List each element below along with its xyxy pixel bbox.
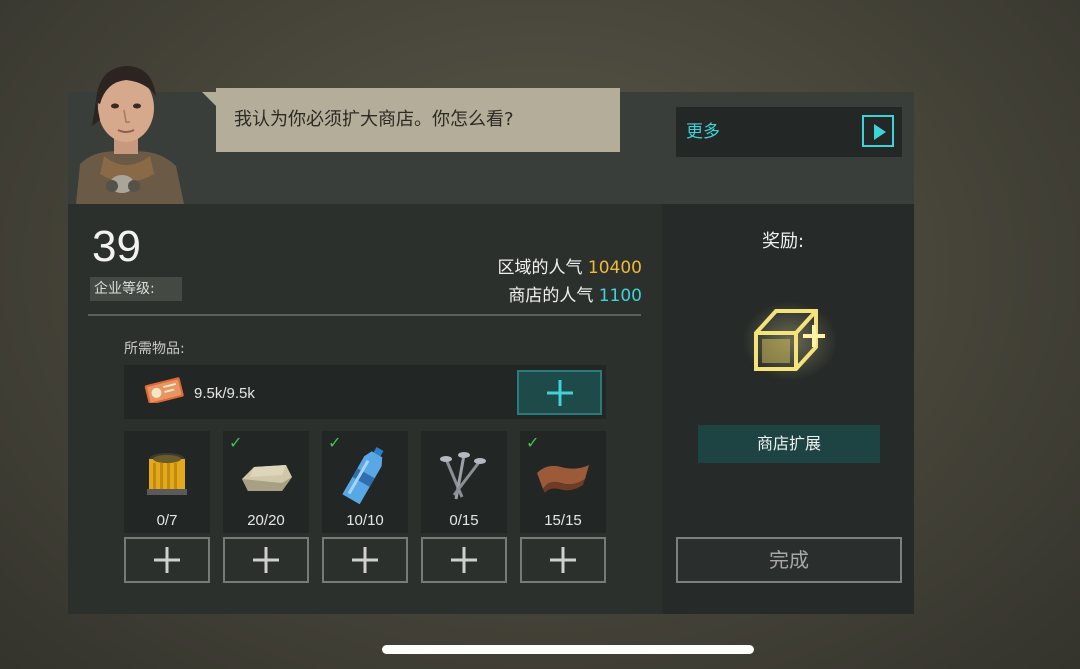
home-indicator[interactable]: [382, 645, 754, 654]
item-card-nails: 0/15: [421, 431, 507, 533]
shop-expansion-icon: [742, 301, 838, 381]
shop-popularity-label: 商店的人气: [508, 286, 594, 306]
plus-icon: [154, 547, 180, 573]
area-popularity: 区域的人气 10400: [498, 253, 643, 278]
item-count-water-bottle: 10/10: [346, 512, 384, 529]
add-stone-button[interactable]: [223, 537, 309, 583]
filter-icon: [147, 453, 187, 495]
npc-portrait: [76, 66, 184, 204]
item-card-leather: ✓ 15/15: [520, 431, 606, 533]
add-water-bottle-button[interactable]: [322, 537, 408, 583]
item-card-stone: ✓ 20/20: [223, 431, 309, 533]
plus-icon: [550, 547, 576, 573]
add-money-button[interactable]: [517, 370, 602, 415]
plus-icon: [451, 547, 477, 573]
shop-popularity: 商店的人气 1100: [508, 281, 642, 306]
npc-message: 我认为你必须扩大商店。你怎么看?: [234, 109, 514, 130]
area-popularity-label: 区域的人气: [497, 258, 583, 278]
item-count-leather: 15/15: [544, 512, 582, 529]
plus-icon: [352, 547, 378, 573]
more-label: 更多: [686, 122, 720, 142]
item-card-water-bottle: ✓ 10/10: [322, 431, 408, 533]
area-popularity-value: 10400: [587, 258, 642, 278]
add-filter-button[interactable]: [124, 537, 210, 583]
add-leather-button[interactable]: [520, 537, 606, 583]
reward-title: 奖励:: [762, 231, 805, 252]
leather-icon: [537, 465, 589, 493]
add-nails-button[interactable]: [421, 537, 507, 583]
more-button[interactable]: 更多: [676, 107, 902, 157]
section-divider: [88, 314, 641, 316]
money-requirement-count: 9.5k/9.5k: [194, 385, 255, 402]
play-icon: [862, 115, 894, 147]
reward-name: 商店扩展: [698, 425, 880, 463]
complete-button[interactable]: 完成: [676, 537, 902, 583]
required-items-label: 所需物品:: [124, 341, 185, 357]
item-count-filter: 0/7: [156, 512, 178, 529]
nails-icon: [440, 452, 486, 500]
npc-speech-bubble: 我认为你必须扩大商店。你怎么看?: [202, 88, 620, 152]
shop-popularity-value: 1100: [598, 286, 642, 306]
item-card-filter: 0/7: [124, 431, 210, 533]
voucher-icon: [144, 377, 184, 403]
stone-icon: [242, 465, 292, 491]
plus-icon: [253, 547, 279, 573]
company-level-value: 39: [92, 222, 141, 271]
item-count-stone: 20/20: [247, 512, 285, 529]
plus-icon: [546, 379, 573, 406]
water-bottle-icon: [342, 447, 384, 505]
item-count-nails: 0/15: [449, 512, 479, 529]
company-level-label: 企业等级:: [90, 277, 182, 301]
